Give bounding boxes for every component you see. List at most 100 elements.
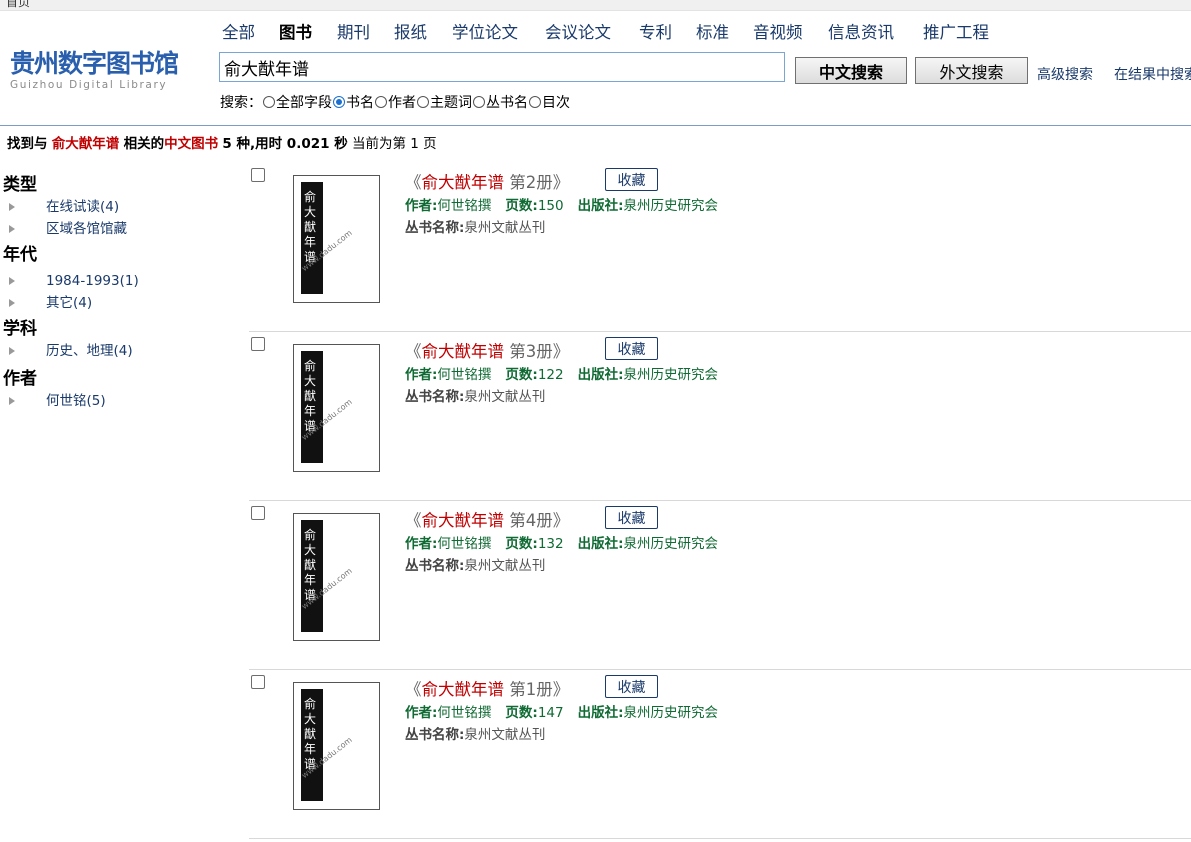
favorite-button[interactable]: 收藏	[605, 337, 658, 360]
radio-series[interactable]	[473, 96, 485, 108]
radio-subject[interactable]	[417, 96, 429, 108]
facet-item: 其它(4)	[3, 292, 213, 314]
expand-triangle-icon[interactable]	[9, 277, 15, 285]
nav-tab-patents[interactable]: 专利	[639, 19, 672, 43]
pages-label: 页数:	[505, 536, 538, 552]
book-close-mark: 》	[552, 342, 570, 361]
search-input[interactable]	[219, 52, 785, 82]
author-value: 何世铭撰	[437, 198, 492, 214]
favorite-button[interactable]: 收藏	[605, 506, 658, 529]
nav-tab-all[interactable]: 全部	[222, 19, 255, 43]
book-cover-image[interactable]: 俞大猷年谱 www.dadu.com	[293, 513, 380, 641]
author-value: 何世铭撰	[437, 367, 492, 383]
option-all-fields-label: 全部字段	[276, 95, 332, 111]
publisher-value: 泉州历史研究会	[623, 198, 719, 214]
nav-tab-info[interactable]: 信息资讯	[828, 19, 894, 43]
advanced-search-link[interactable]: 高级搜索	[1037, 64, 1093, 84]
nav-tab-standards[interactable]: 标准	[696, 19, 729, 43]
result-title-text[interactable]: 俞大猷年谱	[422, 680, 505, 699]
option-toc[interactable]: 目次	[528, 92, 570, 112]
favorite-button[interactable]: 收藏	[605, 675, 658, 698]
nav-tab-newspapers[interactable]: 报纸	[394, 19, 427, 43]
series-label: 丛书名称:	[405, 727, 465, 743]
option-author[interactable]: 作者	[374, 92, 416, 112]
book-cover-image[interactable]: 俞大猷年谱 www.dadu.com	[293, 682, 380, 810]
favorite-button[interactable]: 收藏	[605, 168, 658, 191]
result-series: 丛书名称:泉州文献丛刊	[405, 216, 545, 236]
option-series[interactable]: 丛书名	[472, 92, 528, 112]
nav-tab-conference[interactable]: 会议论文	[545, 19, 611, 43]
top-strip: 首页	[0, 0, 1191, 11]
series-value: 泉州文献丛刊	[464, 389, 546, 405]
option-toc-label: 目次	[542, 95, 570, 111]
author-value: 何世铭撰	[437, 705, 492, 721]
pages-label: 页数:	[505, 367, 538, 383]
expand-triangle-icon[interactable]	[9, 203, 15, 211]
series-label: 丛书名称:	[405, 389, 465, 405]
result-title-text[interactable]: 俞大猷年谱	[422, 342, 505, 361]
radio-toc[interactable]	[529, 96, 541, 108]
result-title-text[interactable]: 俞大猷年谱	[422, 173, 505, 192]
facet-sidebar: 类型 在线试读(4) 区域各馆馆藏 年代 1984-1993(1) 其它(4) …	[3, 174, 213, 412]
facet-link-history-geography[interactable]: 历史、地理(4)	[46, 340, 133, 362]
result-meta: 作者:何世铭撰 页数:150 出版社:泉州历史研究会	[405, 194, 718, 214]
header-divider	[0, 125, 1191, 126]
result-title[interactable]: 《俞大猷年谱 第2册》	[405, 169, 569, 193]
nav-tab-av[interactable]: 音视频	[753, 19, 803, 43]
facet-title-era: 年代	[3, 245, 37, 265]
site-logo[interactable]: 贵州数字图书馆 Guizhou Digital Library	[10, 50, 200, 96]
result-title-text[interactable]: 俞大猷年谱	[422, 511, 505, 530]
result-checkbox[interactable]	[251, 675, 265, 689]
result-series: 丛书名称:泉州文献丛刊	[405, 385, 545, 405]
expand-triangle-icon[interactable]	[9, 299, 15, 307]
option-all-fields[interactable]: 全部字段	[262, 92, 332, 112]
search-within-results-link[interactable]: 在结果中搜索	[1114, 64, 1191, 84]
result-title[interactable]: 《俞大猷年谱 第1册》	[405, 676, 569, 700]
result-title[interactable]: 《俞大猷年谱 第3册》	[405, 338, 569, 362]
facet-link-other-era[interactable]: 其它(4)	[46, 292, 92, 314]
facet-title-subject: 学科	[3, 319, 37, 339]
nav-tab-journals[interactable]: 期刊	[337, 19, 370, 43]
book-cover-image[interactable]: 俞大猷年谱 www.dadu.com	[293, 175, 380, 303]
expand-triangle-icon[interactable]	[9, 397, 15, 405]
result-checkbox[interactable]	[251, 337, 265, 351]
series-label: 丛书名称:	[405, 558, 465, 574]
series-value: 泉州文献丛刊	[464, 558, 546, 574]
nav-tab-theses[interactable]: 学位论文	[452, 19, 518, 43]
pages-value: 150	[537, 198, 564, 214]
facet-link-1984-1993[interactable]: 1984-1993(1)	[46, 270, 139, 292]
nav-tab-promotion[interactable]: 推广工程	[923, 19, 989, 43]
option-title[interactable]: 书名	[332, 92, 374, 112]
result-volume: 第3册	[509, 342, 553, 361]
expand-triangle-icon[interactable]	[9, 225, 15, 233]
pages-value: 132	[537, 536, 564, 552]
facet-item: 历史、地理(4)	[3, 340, 213, 362]
result-item: 俞大猷年谱 www.dadu.com 《俞大猷年谱 第4册》 收藏 作者:何世铭…	[249, 501, 1191, 670]
expand-triangle-icon[interactable]	[9, 347, 15, 355]
result-title[interactable]: 《俞大猷年谱 第4册》	[405, 507, 569, 531]
result-checkbox[interactable]	[251, 168, 265, 182]
radio-author[interactable]	[375, 96, 387, 108]
result-meta: 作者:何世铭撰 页数:132 出版社:泉州历史研究会	[405, 532, 718, 552]
publisher-value: 泉州历史研究会	[623, 536, 719, 552]
result-item: 俞大猷年谱 www.dadu.com 《俞大猷年谱 第1册》 收藏 作者:何世铭…	[249, 670, 1191, 839]
author-value: 何世铭撰	[437, 536, 492, 552]
facet-item: 1984-1993(1)	[3, 270, 213, 292]
book-cover-image[interactable]: 俞大猷年谱 www.dadu.com	[293, 344, 380, 472]
top-strip-text[interactable]: 首页	[6, 0, 30, 10]
summary-keyword: 俞大猷年谱	[51, 136, 120, 152]
nav-tab-books[interactable]: 图书	[279, 19, 312, 43]
result-volume: 第2册	[509, 173, 553, 192]
radio-title[interactable]	[333, 96, 345, 108]
foreign-search-button[interactable]: 外文搜索	[915, 57, 1028, 84]
facet-link-online-read[interactable]: 在线试读(4)	[46, 196, 119, 218]
chinese-search-button[interactable]: 中文搜索	[795, 57, 907, 84]
facet-link-he-shiming[interactable]: 何世铭(5)	[46, 390, 106, 412]
radio-all-fields[interactable]	[263, 96, 275, 108]
facet-link-regional-holdings[interactable]: 区域各馆馆藏	[46, 218, 127, 240]
option-subject[interactable]: 主题词	[416, 92, 472, 112]
facet-item: 区域各馆馆藏	[3, 218, 213, 240]
logo-cn-text: 贵州数字图书馆	[10, 49, 179, 78]
result-series: 丛书名称:泉州文献丛刊	[405, 723, 545, 743]
result-checkbox[interactable]	[251, 506, 265, 520]
